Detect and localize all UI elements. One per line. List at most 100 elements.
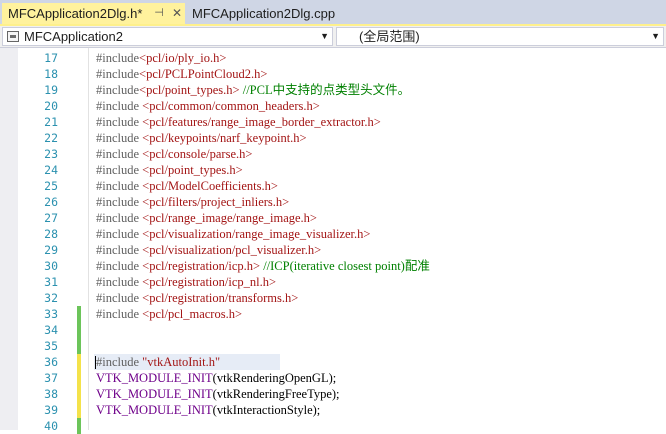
line-number: 23 — [44, 147, 58, 161]
code-line[interactable]: 34 — [0, 322, 666, 338]
code-line[interactable]: 29 #include <pcl/visualization/pcl_visual… — [0, 242, 666, 258]
code-line[interactable]: 26 #include <pcl/filters/project_inliers.… — [0, 194, 666, 210]
code-line[interactable]: 23 #include <pcl/console/parse.h> — [0, 146, 666, 162]
class-icon — [7, 31, 19, 42]
line-number: 36 — [44, 355, 58, 369]
code-editor[interactable]: 17 #include<pcl/io/ply_io.h> 18 #include<pc… — [0, 48, 666, 434]
change-tracking-marker — [77, 354, 81, 370]
code-line[interactable]: 21 #include <pcl/features/range_image_bor… — [0, 114, 666, 130]
chevron-down-icon[interactable]: ▼ — [651, 28, 660, 45]
code-token: VTK_MODULE_INIT — [96, 371, 213, 385]
line-number: 33 — [44, 307, 58, 321]
code-text: #include <pcl/range_image/range_image.h> — [96, 210, 317, 226]
code-line[interactable]: 17 #include<pcl/io/ply_io.h> — [0, 50, 666, 66]
code-token: #include — [96, 259, 143, 273]
line-number: 31 — [44, 275, 58, 289]
code-line[interactable]: 35 — [0, 338, 666, 354]
line-number: 21 — [44, 115, 58, 129]
code-text: #include<pcl/io/ply_io.h> — [96, 50, 226, 66]
line-number: 37 — [44, 371, 58, 385]
code-text: #include <pcl/console/parse.h> — [96, 146, 252, 162]
line-number: 17 — [44, 51, 58, 65]
change-tracking-marker — [77, 402, 81, 418]
code-token: <pcl/pcl_macros.h> — [142, 307, 243, 321]
project-dropdown[interactable]: MFCApplication2 ▼ — [2, 27, 333, 46]
code-text: #include <pcl/visualization/range_image_… — [96, 226, 370, 242]
code-line[interactable]: 37 VTK_MODULE_INIT(vtkRenderingOpenGL); — [0, 370, 666, 386]
code-token: #include — [96, 51, 140, 65]
code-line[interactable]: 32 #include <pcl/registration/transforms.… — [0, 290, 666, 306]
document-tab-strip: MFCApplication2Dlg.h* ⊣ ✕ MFCApplication… — [0, 0, 666, 26]
code-line[interactable]: 22 #include <pcl/keypoints/narf_keypoint.… — [0, 130, 666, 146]
line-number: 20 — [44, 99, 58, 113]
code-token: VTK_MODULE_INIT — [96, 403, 213, 417]
code-token: <pcl/keypoints/narf_keypoint.h> — [142, 131, 307, 145]
code-line[interactable]: 18 #include<pcl/PCLPointCloud2.h> — [0, 66, 666, 82]
line-number: 40 — [44, 419, 58, 433]
code-token: <pcl/registration/icp_nl.h> — [142, 275, 277, 289]
code-token: #include — [96, 147, 143, 161]
code-line[interactable]: 20 #include <pcl/common/common_headers.h> — [0, 98, 666, 114]
code-token: #include — [96, 179, 143, 193]
code-line[interactable]: 40 — [0, 418, 666, 434]
tab-mfcapplication2dlg-h[interactable]: MFCApplication2Dlg.h* ⊣ ✕ — [2, 3, 185, 24]
line-number: 19 — [44, 83, 58, 97]
code-token: <pcl/console/parse.h> — [142, 147, 253, 161]
line-number: 32 — [44, 291, 58, 305]
line-number: 18 — [44, 67, 58, 81]
line-number: 28 — [44, 227, 58, 241]
code-line[interactable]: 27 #include <pcl/range_image/range_image.… — [0, 210, 666, 226]
code-text: #include <pcl/keypoints/narf_keypoint.h> — [96, 130, 307, 146]
tab-label: MFCApplication2Dlg.h* — [8, 6, 143, 21]
text-caret — [95, 356, 96, 369]
code-token: <pcl/range_image/range_image.h> — [142, 211, 317, 225]
code-line[interactable]: 36 #include "vtkAutoInit.h" — [0, 354, 666, 370]
code-text: #include <pcl/point_types.h> — [96, 162, 243, 178]
tab-label: MFCApplication2Dlg.cpp — [192, 6, 336, 21]
pin-icon[interactable]: ⊣ — [152, 3, 166, 24]
code-line[interactable]: 19 #include<pcl/point_types.h> //PCL中支持的点… — [0, 82, 666, 98]
code-line[interactable]: 25 #include <pcl/ModelCoefficients.h> — [0, 178, 666, 194]
code-text: #include <pcl/features/range_image_borde… — [96, 114, 381, 130]
code-line[interactable]: 28 #include <pcl/visualization/range_imag… — [0, 226, 666, 242]
code-token: #include — [96, 243, 143, 257]
code-text: VTK_MODULE_INIT(vtkRenderingFreeType); — [96, 386, 340, 402]
line-number: 27 — [44, 211, 58, 225]
code-line[interactable]: 24 #include <pcl/point_types.h> — [0, 162, 666, 178]
code-line[interactable]: 30 #include <pcl/registration/icp.h> //IC… — [0, 258, 666, 274]
scope-dropdown[interactable]: (全局范围) ▼ — [336, 27, 664, 46]
code-token: #include — [96, 131, 143, 145]
chevron-down-icon[interactable]: ▼ — [320, 28, 329, 45]
code-text: #include <pcl/filters/project_inliers.h> — [96, 194, 289, 210]
change-tracking-marker — [77, 322, 81, 338]
change-tracking-marker — [77, 386, 81, 402]
code-token: <pcl/registration/transforms.h> — [142, 291, 299, 305]
code-token: VTK_MODULE_INIT — [96, 387, 213, 401]
code-text: #include <pcl/registration/icp_nl.h> — [96, 274, 276, 290]
code-line[interactable]: 39 VTK_MODULE_INIT(vtkInteractionStyle); — [0, 402, 666, 418]
code-token: <pcl/io/ply_io.h> — [139, 51, 227, 65]
code-text: #include <pcl/registration/transforms.h> — [96, 290, 298, 306]
code-token: <pcl/registration/icp.h> — [142, 259, 261, 273]
code-line[interactable]: 33 #include <pcl/pcl_macros.h> — [0, 306, 666, 322]
code-token: #include — [96, 115, 143, 129]
code-line[interactable]: 31 #include <pcl/registration/icp_nl.h> — [0, 274, 666, 290]
change-tracking-marker — [77, 370, 81, 386]
project-dropdown-label: MFCApplication2 — [24, 29, 123, 44]
line-number: 30 — [44, 259, 58, 273]
code-token: (vtkInteractionStyle); — [212, 403, 321, 417]
line-number: 29 — [44, 243, 58, 257]
code-token: //ICP(iterative closest point)配准 — [260, 259, 430, 273]
close-icon[interactable]: ✕ — [170, 3, 184, 24]
code-line[interactable]: 38 VTK_MODULE_INIT(vtkRenderingFreeType); — [0, 386, 666, 402]
line-number: 35 — [44, 339, 58, 353]
code-text: #include<pcl/PCLPointCloud2.h> — [96, 66, 267, 82]
code-text: #include <pcl/ModelCoefficients.h> — [96, 178, 278, 194]
change-tracking-marker — [77, 306, 81, 322]
scope-dropdown-label: (全局范围) — [359, 29, 420, 44]
line-number: 26 — [44, 195, 58, 209]
line-number: 38 — [44, 387, 58, 401]
code-token: #include — [96, 227, 143, 241]
tab-mfcapplication2dlg-cpp[interactable]: MFCApplication2Dlg.cpp — [186, 3, 335, 24]
line-number: 39 — [44, 403, 58, 417]
